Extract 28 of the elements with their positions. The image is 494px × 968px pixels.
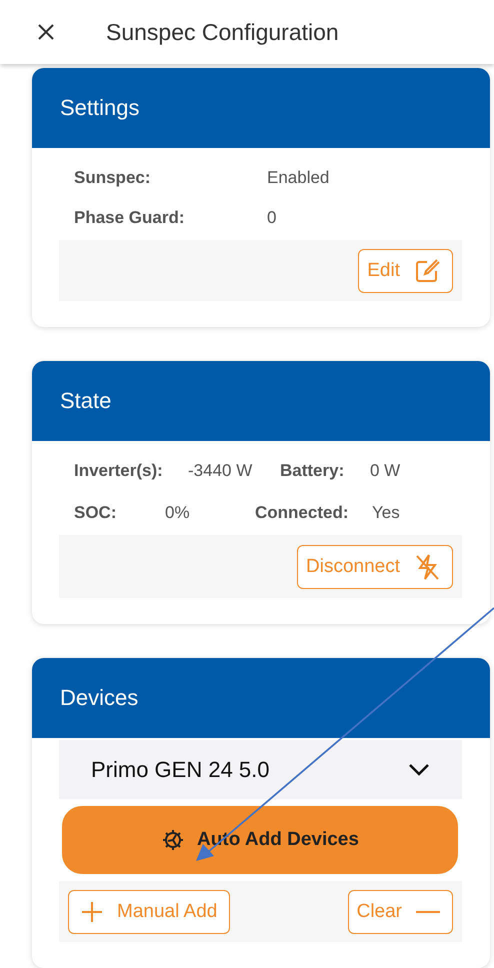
field-label: SOC: <box>74 503 118 523</box>
edit-button[interactable]: Edit <box>358 248 453 292</box>
unplugged-bolt-icon <box>414 552 440 580</box>
field-label: Battery: <box>280 461 346 481</box>
gear-icon <box>161 828 186 852</box>
field-value: 0% <box>165 503 191 523</box>
close-icon[interactable] <box>36 22 56 42</box>
field-value: 0 W <box>370 461 402 481</box>
field-label: Sunspec: <box>74 168 152 188</box>
edit-icon <box>414 258 440 284</box>
chevron-down-icon <box>408 762 430 776</box>
field-label: Inverter(s): <box>74 461 164 481</box>
field-label: Phase Guard: <box>74 208 186 228</box>
page-title: Sunspec Configuration <box>106 18 339 46</box>
field-value: Yes <box>372 503 401 523</box>
field-value: -3440 W <box>188 461 254 481</box>
field-label: Connected: <box>255 503 350 523</box>
manual-add-button[interactable]: Manual Add <box>68 890 230 934</box>
minus-icon <box>416 910 440 914</box>
card-title: State <box>32 361 490 441</box>
field-value: 0 <box>267 208 278 228</box>
device-dropdown[interactable]: Primo GEN 24 5.0 <box>59 740 462 799</box>
card-title: Settings <box>32 68 490 148</box>
plus-icon <box>81 900 103 922</box>
disconnect-button[interactable]: Disconnect <box>297 544 453 588</box>
card-title: Devices <box>32 658 490 738</box>
field-value: Enabled <box>267 168 330 188</box>
clear-button[interactable]: Clear <box>348 890 453 934</box>
